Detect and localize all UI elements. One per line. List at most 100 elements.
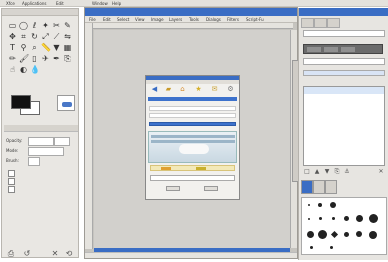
toolbox-titlebar[interactable] (2, 9, 78, 16)
brush-item[interactable] (356, 231, 362, 237)
incremental-check[interactable] (8, 177, 78, 185)
brush-item[interactable] (344, 232, 349, 237)
gradient-color-check[interactable] (8, 185, 78, 193)
brush-item[interactable] (318, 203, 322, 207)
brush-item[interactable] (369, 231, 377, 239)
image-menu-edit[interactable]: Edit (103, 17, 111, 22)
reset-options-icon[interactable]: ⟲ (64, 249, 74, 259)
brush-item[interactable] (330, 202, 336, 208)
layers-list[interactable] (303, 86, 385, 166)
brush-item[interactable] (307, 231, 314, 238)
ellipse-select-icon[interactable]: ◯ (19, 21, 28, 30)
anchor-icon[interactable]: ⚓ (343, 168, 351, 176)
color-picker-icon[interactable]: ⚲ (19, 43, 28, 52)
image-menu-image[interactable]: Image (151, 17, 164, 22)
menu-item[interactable]: Help (112, 1, 121, 6)
active-brush-preview[interactable] (57, 95, 75, 111)
restore-options-icon[interactable]: ↺ (22, 249, 32, 259)
menu-item[interactable]: Xfce (6, 1, 15, 6)
opacity-value[interactable] (54, 137, 70, 146)
tab-brushes[interactable] (301, 180, 313, 194)
fade-out-check[interactable] (8, 169, 78, 177)
blend-icon[interactable]: ▦ (63, 43, 72, 52)
crop-icon[interactable]: ⌗ (19, 32, 28, 41)
new-layer-icon[interactable]: □ (303, 168, 311, 176)
scale-icon[interactable]: ⤢ (41, 32, 50, 41)
tab-layers[interactable] (301, 18, 314, 28)
mode-dropdown[interactable] (303, 58, 385, 65)
lower-layer-icon[interactable]: ▼ (323, 168, 331, 176)
brush-item[interactable] (344, 216, 349, 221)
image-menu-tools[interactable]: Tools (189, 17, 199, 22)
brush-item[interactable] (369, 214, 378, 223)
brush-item[interactable] (308, 204, 310, 206)
brush-item[interactable] (356, 215, 363, 222)
raise-layer-icon[interactable]: ▲ (313, 168, 321, 176)
brush-item[interactable] (319, 217, 322, 220)
opacity-slider[interactable] (28, 137, 54, 146)
image-selector-dropdown[interactable] (303, 30, 385, 37)
blur-icon[interactable]: 💧 (30, 65, 40, 74)
zoom-icon[interactable]: ⌕ (30, 43, 39, 52)
vertical-ruler[interactable] (85, 23, 93, 249)
tab-channels[interactable] (314, 18, 327, 28)
image-menu-dialogs[interactable]: Dialogs (206, 17, 221, 22)
delete-options-icon[interactable]: ✕ (50, 249, 60, 259)
text-icon[interactable]: T (8, 43, 17, 52)
brush-item[interactable] (310, 246, 313, 249)
measure-icon[interactable]: 📏 (41, 43, 51, 52)
shear-icon[interactable]: ⟋ (52, 32, 61, 41)
scissors-icon[interactable]: ✂ (52, 21, 61, 30)
dodge-icon[interactable]: ◐ (19, 65, 28, 74)
fuzzy-select-icon[interactable]: ✦ (41, 21, 50, 30)
ink-icon[interactable]: ✒ (52, 54, 61, 63)
paths-icon[interactable]: ✎ (63, 21, 72, 30)
eraser-icon[interactable]: ▯ (30, 54, 39, 63)
image-menu-select[interactable]: Select (117, 17, 129, 22)
horizontal-ruler[interactable] (93, 23, 293, 29)
image-menu-filters[interactable]: Filters (227, 17, 239, 22)
checkbox[interactable] (8, 178, 15, 185)
menu-item[interactable]: Edit (56, 1, 64, 6)
menu-item[interactable]: Applications (22, 1, 46, 6)
brush-item[interactable] (330, 230, 339, 239)
pencil-icon[interactable]: ✏ (8, 54, 17, 63)
image-menu-layers[interactable]: Layers (169, 17, 182, 22)
delete-layer-icon[interactable]: ✕ (377, 168, 385, 176)
tab-patterns[interactable] (313, 180, 325, 194)
edited-image[interactable]: ◀ ▰ ⌂ ★ ✉ ⚙ (145, 75, 240, 200)
mode-dropdown[interactable] (28, 147, 64, 156)
rect-select-icon[interactable]: ▭ (8, 21, 17, 30)
checkbox[interactable] (8, 186, 15, 193)
image-menu-view[interactable]: View (135, 17, 145, 22)
brush-item[interactable] (330, 246, 333, 249)
layer-item-background[interactable] (304, 87, 384, 94)
brush-item[interactable] (332, 217, 335, 220)
move-icon[interactable]: ✥ (8, 32, 17, 41)
tab-paths[interactable] (327, 18, 340, 28)
tab-gradients[interactable] (325, 180, 337, 194)
dock-titlebar[interactable] (299, 8, 388, 16)
save-options-icon[interactable]: ⎙ (6, 249, 16, 259)
brush-item[interactable] (308, 218, 310, 220)
smudge-icon[interactable]: ☝ (8, 65, 17, 74)
bucket-fill-icon[interactable]: ▼ (52, 43, 61, 52)
rotate-icon[interactable]: ↻ (30, 32, 39, 41)
vertical-scrollbar[interactable] (290, 30, 299, 248)
opacity-slider[interactable] (303, 70, 385, 76)
flip-icon[interactable]: ⇋ (63, 32, 72, 41)
foreground-color-swatch[interactable] (11, 95, 31, 109)
brush-item[interactable] (318, 230, 327, 239)
checkbox[interactable] (8, 170, 15, 177)
tool-options-tabbar[interactable] (4, 125, 78, 132)
paintbrush-icon[interactable]: 🖌 (19, 54, 29, 63)
image-menu-script-fu[interactable]: Script-Fu (246, 17, 264, 22)
duplicate-layer-icon[interactable]: ⎘ (333, 168, 341, 176)
image-menu-file[interactable]: File (89, 17, 96, 22)
image-window-titlebar[interactable] (85, 8, 297, 16)
brush-selector[interactable] (28, 157, 40, 166)
clone-icon[interactable]: ⎘ (63, 54, 72, 63)
menu-item[interactable]: Window (92, 1, 108, 6)
airbrush-icon[interactable]: ✈ (41, 54, 50, 63)
brushes-grid[interactable] (301, 197, 387, 255)
